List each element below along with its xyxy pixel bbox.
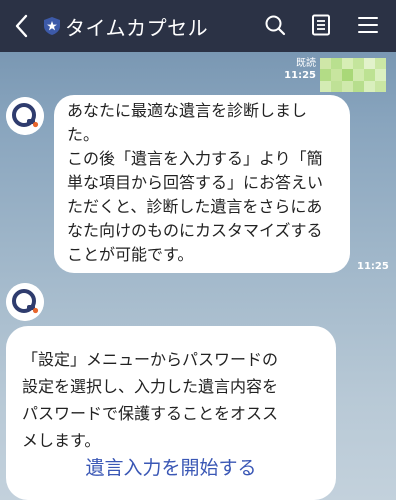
message-line: メします。 xyxy=(22,431,101,450)
read-label: 既読 xyxy=(296,58,316,69)
search-icon[interactable] xyxy=(263,13,287,37)
chat-title-group[interactable]: タイムカプセル xyxy=(44,11,208,41)
menu-icon[interactable] xyxy=(356,13,380,37)
message-text: あなたに最適な遺言を診断しまし た。 この後「遺言を入力する」より「簡 単な項目… xyxy=(67,99,347,267)
message-line: た。 xyxy=(67,125,100,144)
blurred-sent-message xyxy=(320,58,386,92)
message-line: 単な項目から回答する」にお答えい xyxy=(67,173,324,192)
message-time: 11:25 xyxy=(357,261,389,272)
start-will-input-button[interactable]: 遺言入力を開始する xyxy=(6,456,336,480)
message-card: 「設定」メニューからパスワードの 設定を選択し、入力した遺言内容を パスワードで… xyxy=(6,326,336,500)
message-line: なた向けのものにカスタマイズする xyxy=(67,221,323,240)
chat-header: タイムカプセル xyxy=(0,0,396,52)
read-receipt: 既読 11:25 xyxy=(280,58,316,82)
message-line: あなたに最適な遺言を診断しまし xyxy=(67,101,308,120)
message-line: ただくと、診断した遺言をさらにあ xyxy=(67,197,323,216)
chat-title: タイムカプセル xyxy=(65,15,209,40)
notes-icon[interactable] xyxy=(309,13,333,37)
message-bubble: あなたに最適な遺言を診断しまし た。 この後「遺言を入力する」より「簡 単な項目… xyxy=(54,95,350,273)
official-account-badge-icon xyxy=(44,17,60,35)
message-line: 「設定」メニューからパスワードの xyxy=(22,350,279,369)
bot-avatar-icon[interactable] xyxy=(6,283,44,321)
message-line: ことが可能です。 xyxy=(67,245,194,264)
bot-avatar-icon[interactable] xyxy=(6,97,44,135)
sent-time: 11:25 xyxy=(284,70,316,81)
message-text: 「設定」メニューからパスワードの 設定を選択し、入力した遺言内容を パスワードで… xyxy=(22,346,322,454)
chat-screen: タイムカプセル 既読 11:25 あなたに最適な遺言を診断しまし た。 この後「… xyxy=(0,0,396,500)
message-line: パスワードで保護することをオスス xyxy=(22,404,279,423)
back-arrow-icon[interactable] xyxy=(10,12,34,40)
message-line: 設定を選択し、入力した遺言内容を xyxy=(22,377,279,396)
message-line: この後「遺言を入力する」より「簡 xyxy=(67,149,323,168)
